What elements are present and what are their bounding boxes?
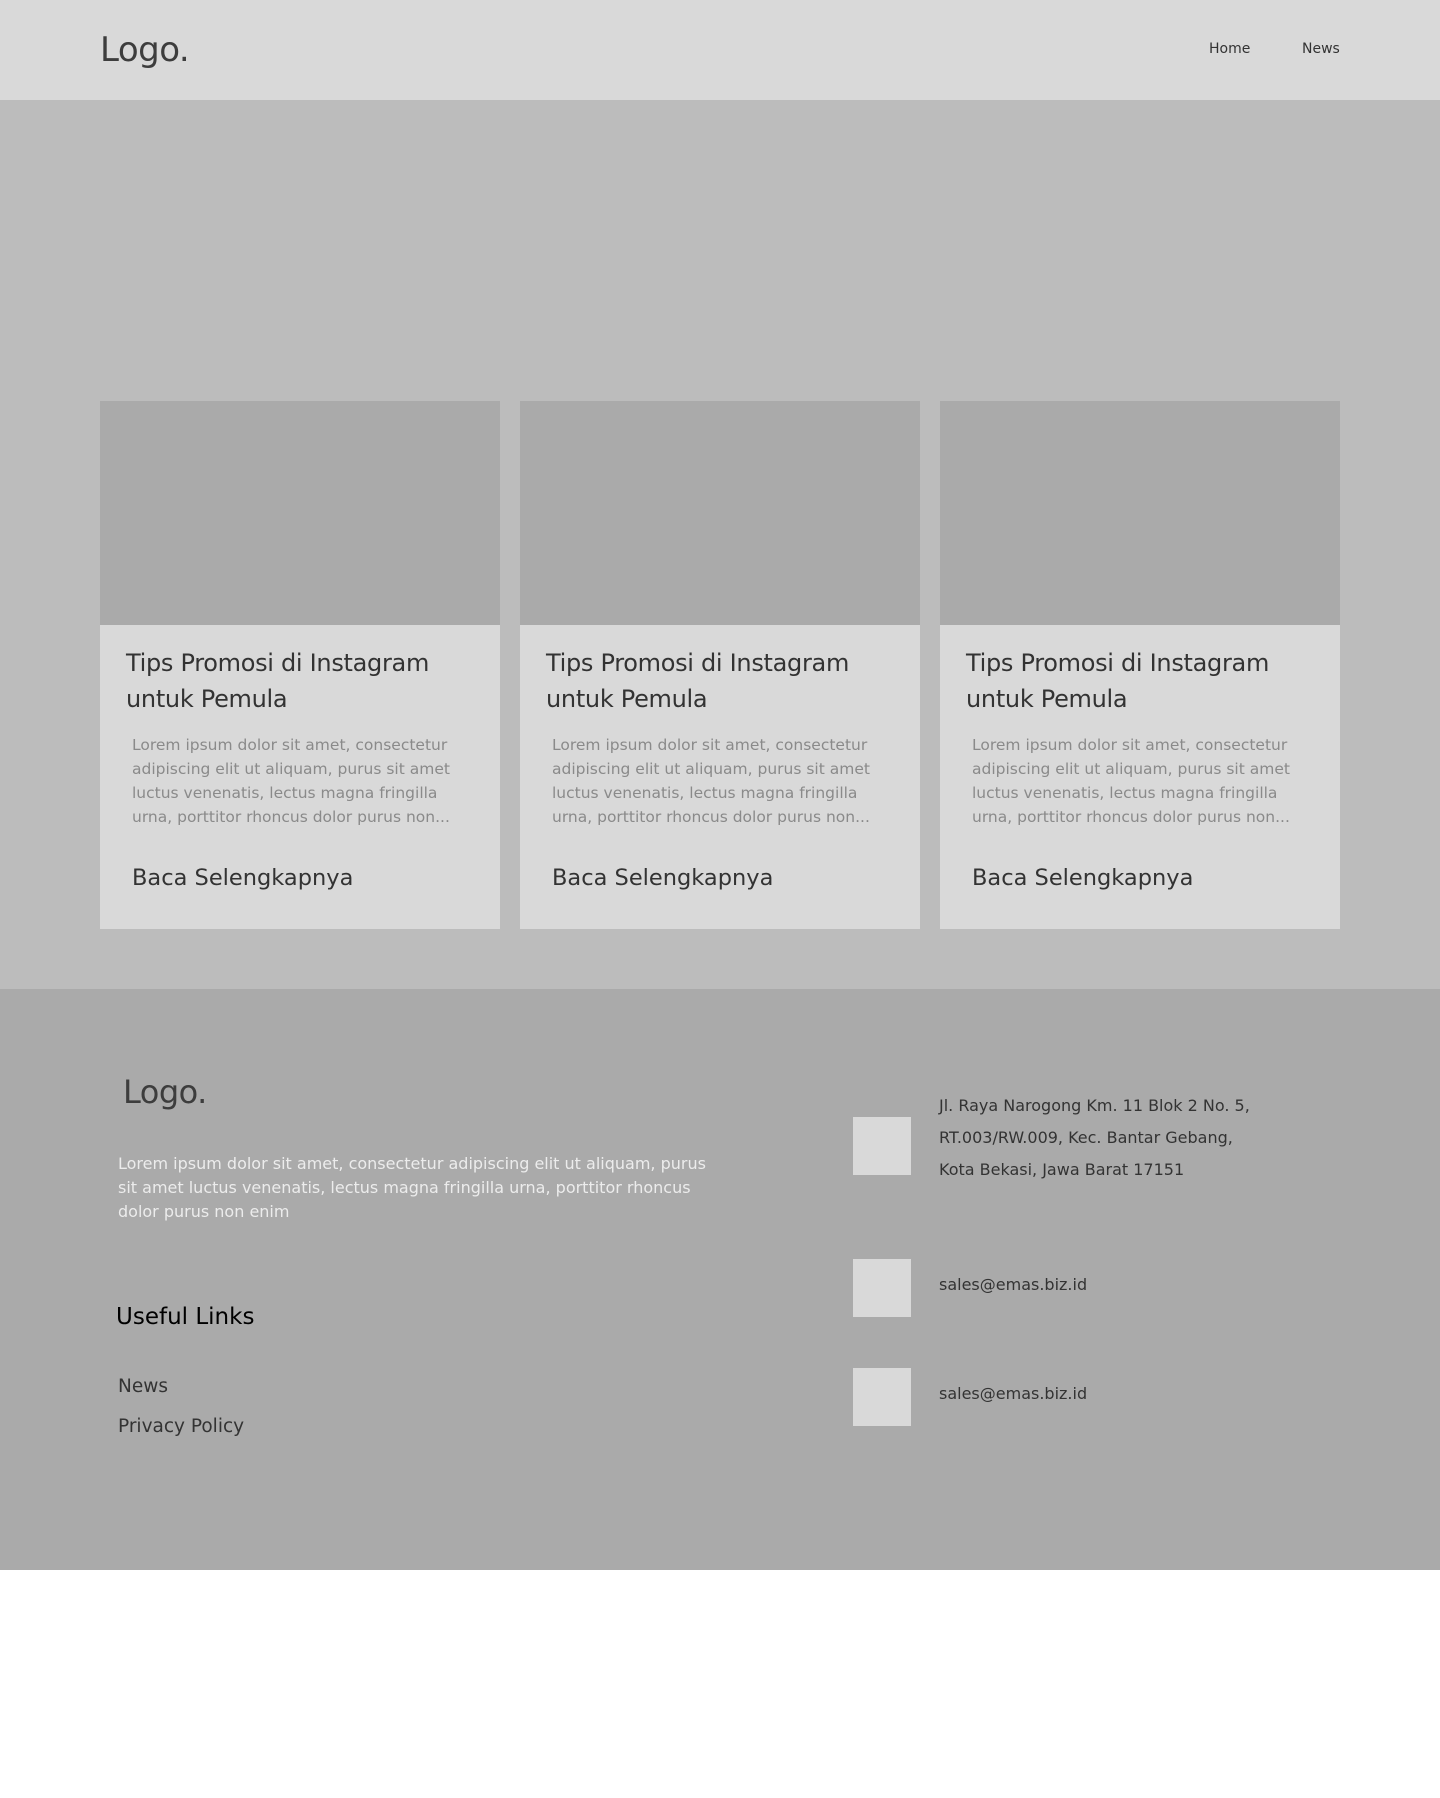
read-more-link[interactable]: Baca Selengkapnya	[552, 862, 773, 894]
card-image-placeholder[interactable]	[100, 401, 500, 625]
card-title[interactable]: Tips Promosi di Instagram untuk Pemula	[126, 645, 486, 717]
footer-description: Lorem ipsum dolor sit amet, consectetur …	[118, 1154, 706, 1221]
footer-logo[interactable]: Logo.	[123, 1069, 207, 1115]
card-title[interactable]: Tips Promosi di Instagram untuk Pemula	[546, 645, 906, 717]
contact-email[interactable]: sales@emas.biz.id	[939, 1382, 1087, 1406]
read-more-link[interactable]: Baca Selengkapnya	[132, 862, 353, 894]
card-excerpt: Lorem ipsum dolor sit amet, consectetur …	[972, 736, 1290, 826]
nav-link-news[interactable]: News	[1302, 39, 1340, 59]
card-image-placeholder[interactable]	[520, 401, 920, 625]
footer-link-news[interactable]: News	[118, 1373, 168, 1401]
contact-email[interactable]: sales@emas.biz.id	[939, 1273, 1087, 1297]
address-line: Jl. Raya Narogong Km. 11 Blok 2 No. 5,	[939, 1096, 1250, 1115]
read-more-link[interactable]: Baca Selengkapnya	[972, 862, 1193, 894]
news-card: Tips Promosi di Instagram untuk Pemula L…	[940, 401, 1340, 929]
news-card: Tips Promosi di Instagram untuk Pemula L…	[520, 401, 920, 929]
card-excerpt: Lorem ipsum dolor sit amet, consectetur …	[552, 736, 870, 826]
news-section: Tips Promosi di Instagram untuk Pemula L…	[0, 100, 1440, 989]
email-icon	[853, 1368, 911, 1426]
card-image-placeholder[interactable]	[940, 401, 1340, 625]
contact-address: Jl. Raya Narogong Km. 11 Blok 2 No. 5, R…	[939, 1090, 1279, 1186]
email-icon	[853, 1259, 911, 1317]
location-icon	[853, 1117, 911, 1175]
site-header: Logo. Home News	[0, 0, 1440, 100]
header-logo[interactable]: Logo.	[100, 26, 190, 74]
site-footer: Logo. Lorem ipsum dolor sit amet, consec…	[0, 989, 1440, 1570]
address-line: RT.003/RW.009, Kec. Bantar Gebang,	[939, 1128, 1233, 1147]
address-line: Kota Bekasi, Jawa Barat 17151	[939, 1160, 1185, 1179]
news-card: Tips Promosi di Instagram untuk Pemula L…	[100, 401, 500, 929]
nav-link-home[interactable]: Home	[1209, 39, 1250, 59]
useful-links-heading: Useful Links	[116, 1304, 255, 1330]
card-excerpt: Lorem ipsum dolor sit amet, consectetur …	[132, 736, 450, 826]
card-title[interactable]: Tips Promosi di Instagram untuk Pemula	[966, 645, 1326, 717]
footer-link-privacy-policy[interactable]: Privacy Policy	[118, 1413, 244, 1441]
